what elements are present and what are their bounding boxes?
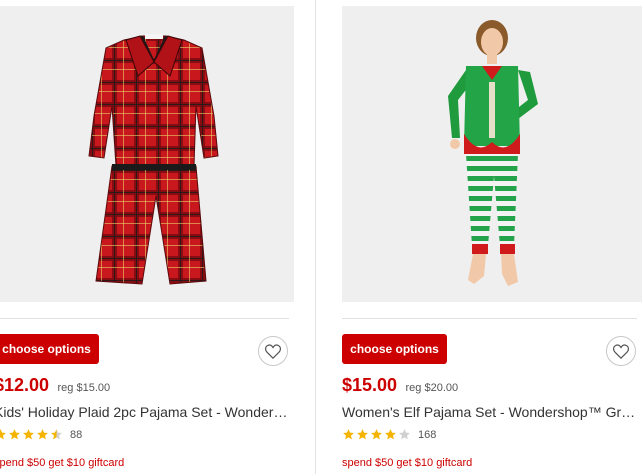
product-title-link[interactable]: Kids' Holiday Plaid 2pc Pajama Set - Won…	[0, 404, 289, 420]
product-title-link[interactable]: Women's Elf Pajama Set - Wondershop™ Gre…	[342, 404, 637, 420]
star-icon	[0, 429, 6, 440]
star-icon	[385, 429, 396, 440]
product-image[interactable]	[0, 6, 294, 302]
favorite-button[interactable]	[606, 336, 636, 366]
promo-link[interactable]: spend $50 get $10 giftcard	[342, 457, 472, 469]
product-image[interactable]	[342, 6, 642, 302]
rating[interactable]: 88	[0, 428, 82, 441]
regular-price: reg $20.00	[405, 382, 459, 394]
heart-icon	[265, 344, 281, 359]
star-icon	[357, 429, 368, 440]
price-line: $12.00 reg $15.00	[0, 375, 110, 396]
regular-price: reg $15.00	[57, 382, 111, 394]
product-card[interactable]: choose options $15.00 reg $20.00 Women's…	[342, 0, 642, 474]
sale-price: $15.00	[342, 375, 398, 395]
favorite-button[interactable]	[258, 336, 288, 366]
star-icon	[9, 429, 20, 440]
sale-price: $12.00	[0, 375, 50, 395]
review-count: 88	[70, 428, 83, 441]
star-icon	[371, 429, 382, 440]
promo-link[interactable]: spend $50 get $10 giftcard	[0, 457, 124, 469]
star-icon	[343, 429, 354, 440]
rating[interactable]: 168	[342, 428, 436, 441]
womens-elf-pajama-image	[448, 20, 538, 286]
star-icon	[37, 429, 48, 440]
star-rating	[342, 428, 412, 441]
product-card[interactable]: choose options $12.00 reg $15.00 Kids' H…	[0, 0, 294, 474]
divider-line	[0, 318, 289, 319]
kids-plaid-pajama-image	[88, 34, 219, 285]
divider-line	[342, 318, 637, 319]
star-icon	[399, 429, 410, 440]
price-line: $15.00 reg $20.00	[342, 375, 458, 396]
heart-icon	[613, 344, 629, 359]
choose-options-button[interactable]: choose options	[342, 334, 447, 364]
star-icon	[51, 429, 62, 440]
star-icon	[23, 429, 34, 440]
review-count: 168	[418, 428, 437, 441]
choose-options-button[interactable]: choose options	[0, 334, 99, 364]
star-rating	[0, 428, 64, 441]
column-divider	[315, 0, 316, 474]
